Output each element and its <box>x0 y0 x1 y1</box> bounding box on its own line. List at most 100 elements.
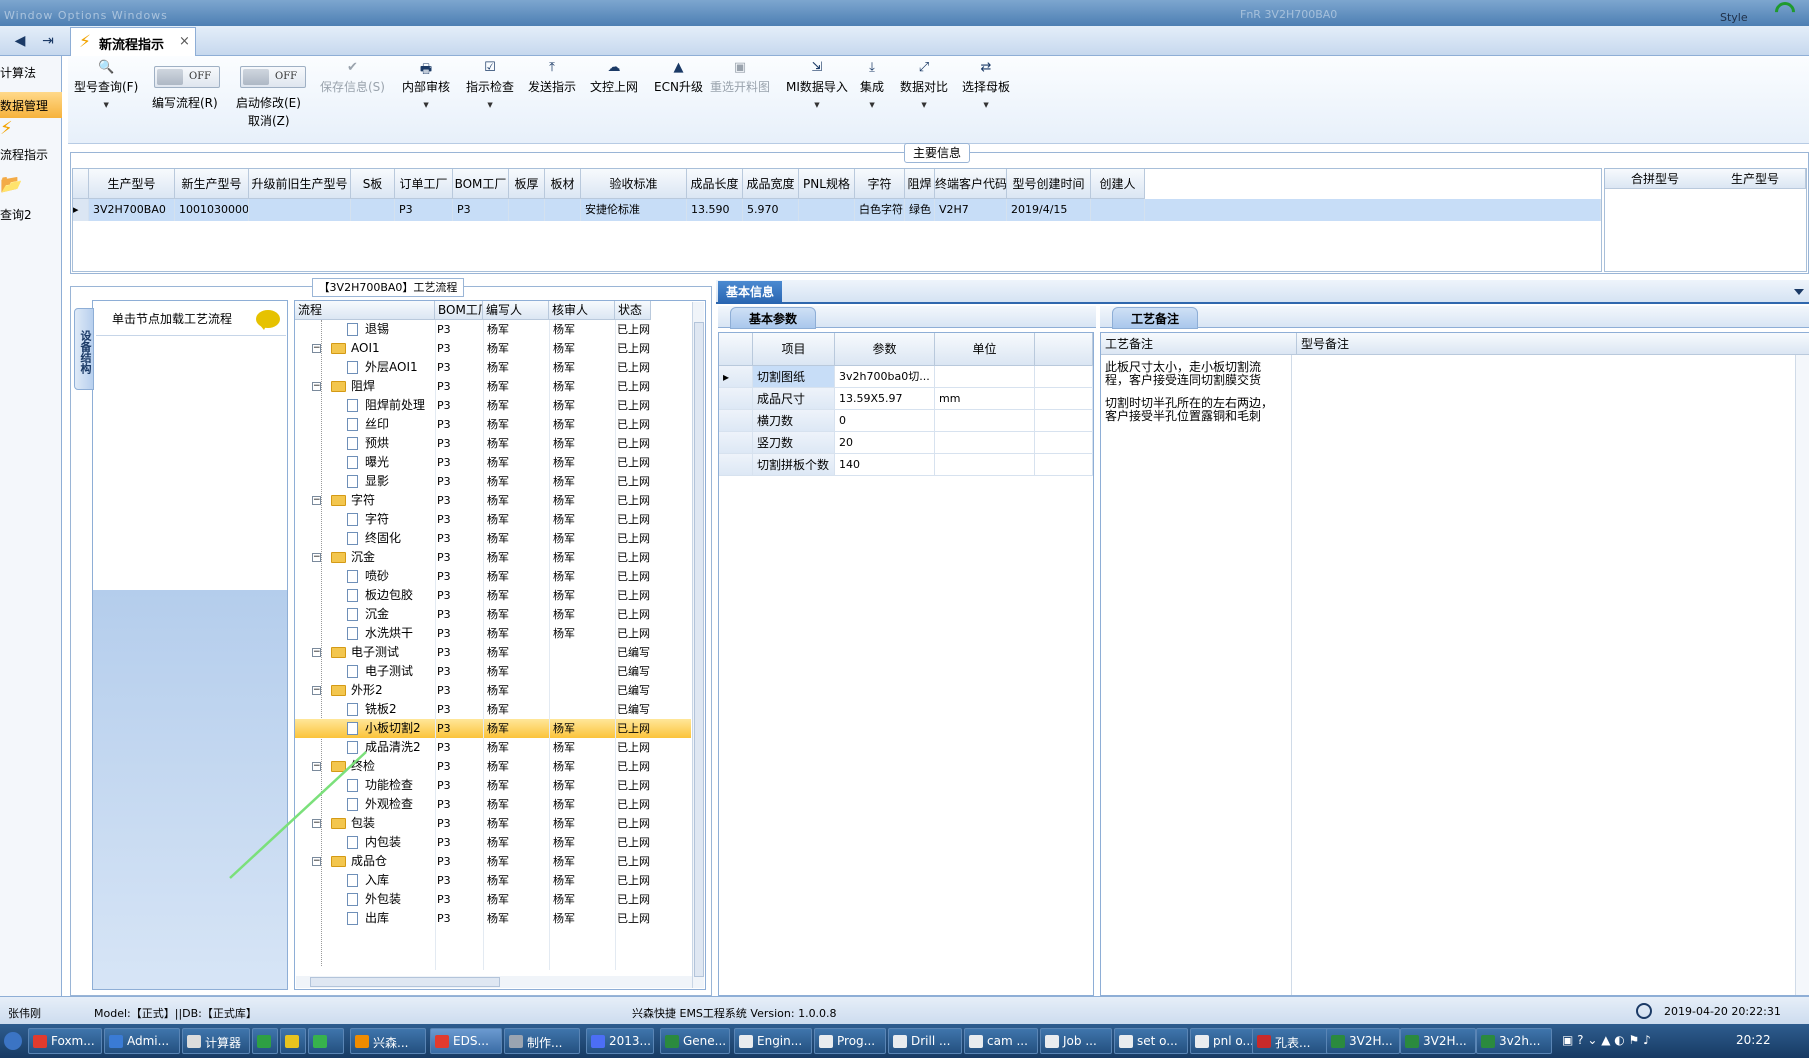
send-button[interactable]: ⤒ 发送指示 <box>528 60 576 95</box>
params-unit[interactable] <box>935 410 1035 432</box>
main-cell[interactable]: 绿色 <box>905 199 935 221</box>
collapse-icon[interactable]: − <box>312 496 321 505</box>
params-value[interactable]: 20 <box>835 432 935 454</box>
tray-icons[interactable]: ▣ ? ⌄ ▲ ◐ ⚑ ♪ <box>1562 1033 1651 1047</box>
params-unit[interactable] <box>935 366 1035 388</box>
main-cell[interactable] <box>351 199 395 221</box>
main-col-header[interactable]: 生产型号 <box>89 169 175 199</box>
flow-tree-row[interactable]: 水洗烘干 P3 杨军 杨军 已上网 <box>295 624 691 643</box>
internal-review-button[interactable]: 🖶 内部审核 ▼ <box>402 60 450 109</box>
flow-tree-row[interactable]: 显影 P3 杨军 杨军 已上网 <box>295 472 691 491</box>
style-menu[interactable]: Style <box>1720 11 1748 24</box>
memo-scrollbar[interactable] <box>1795 355 1809 995</box>
params-unit[interactable] <box>935 432 1035 454</box>
params-item[interactable]: 横刀数 <box>753 410 835 432</box>
inspect-button[interactable]: ☑ 指示检查 ▼ <box>466 60 514 109</box>
main-cell[interactable]: 2019/4/15 <box>1007 199 1091 221</box>
main-col-header[interactable]: 验收标准 <box>581 169 687 199</box>
back-icon[interactable]: ◀ <box>10 31 30 51</box>
main-cell[interactable]: 13.590 <box>687 199 743 221</box>
taskbar-item[interactable]: 兴森... <box>350 1028 426 1054</box>
collapse-icon[interactable]: − <box>312 553 321 562</box>
main-cell[interactable]: 安捷伦标准 <box>581 199 687 221</box>
params-value[interactable]: 0 <box>835 410 935 432</box>
main-cell[interactable] <box>1091 199 1145 221</box>
main-cell[interactable]: P3 <box>453 199 509 221</box>
flow-tree-row[interactable]: 沉金 P3 杨军 杨军 已上网 <box>295 605 691 624</box>
compare-button[interactable]: ⤢ 数据对比 ▼ <box>900 60 948 109</box>
main-col-header[interactable]: 型号创建时间 <box>1007 169 1091 199</box>
flow-tree-row[interactable]: 终固化 P3 杨军 杨军 已上网 <box>295 529 691 548</box>
main-cell[interactable]: P3 <box>395 199 453 221</box>
main-col-header[interactable]: 终端客户代码 <box>935 169 1007 199</box>
collapse-icon[interactable]: − <box>312 648 321 657</box>
flow-tree-row[interactable]: 外包装 P3 杨军 杨军 已上网 <box>295 890 691 909</box>
nav-item-data-management[interactable]: 数据管理 <box>0 92 62 118</box>
flow-tree-row[interactable]: 板边包胶 P3 杨军 杨军 已上网 <box>295 586 691 605</box>
tab-process-memo[interactable]: 工艺备注 <box>1112 307 1198 329</box>
chevron-down-icon[interactable] <box>1794 289 1804 295</box>
integrate-button[interactable]: ⤓ 集成 ▼ <box>860 60 884 109</box>
params-col-header[interactable]: 参数 <box>835 333 935 366</box>
main-col-header[interactable]: 升级前旧生产型号 <box>249 169 351 199</box>
flow-tree-row[interactable]: 字符 P3 杨军 杨军 已上网 <box>295 510 691 529</box>
flow-tree-row[interactable]: 电子测试 P3 杨军 已编写 <box>295 662 691 681</box>
taskbar-item[interactable]: cam ... <box>964 1028 1038 1054</box>
edit-flow-toggle[interactable]: OFF <box>154 66 220 88</box>
start-modify-toggle[interactable]: OFF <box>240 66 306 88</box>
taskbar-item[interactable]: 计算器 <box>182 1028 250 1054</box>
taskbar-item[interactable]: Engin... <box>734 1028 812 1054</box>
flow-tree-row[interactable]: − 字符 P3 杨军 杨军 已上网 <box>295 491 691 510</box>
upload-web-button[interactable]: ☁ 文控上网 <box>590 60 638 95</box>
main-col-header[interactable]: 成品长度 <box>687 169 743 199</box>
collapse-icon[interactable]: − <box>312 344 321 353</box>
main-cell[interactable]: 10010300002239 <box>175 199 249 221</box>
taskbar-item[interactable] <box>280 1028 306 1054</box>
flow-tree-row[interactable]: 曝光 P3 杨军 杨军 已上网 <box>295 453 691 472</box>
merge-col-header[interactable]: 合拼型号 <box>1605 169 1706 189</box>
main-cell[interactable] <box>249 199 351 221</box>
taskbar-item[interactable]: 3V2H... <box>1400 1028 1476 1054</box>
flow-tree-row[interactable]: 出库 P3 杨军 杨军 已上网 <box>295 909 691 928</box>
process-memo-text-1[interactable]: 此板尺寸太小，走小板切割流程，客户接受连同切割膜交货 <box>1105 361 1281 387</box>
params-item[interactable]: 切割图纸 <box>753 366 835 388</box>
main-col-header[interactable]: 创建人 <box>1091 169 1145 199</box>
nav-item-query2[interactable]: 查询2 <box>0 206 62 223</box>
nav-item-calc[interactable]: 计算法 <box>0 64 62 81</box>
main-col-header[interactable]: 字符 <box>855 169 905 199</box>
taskbar-item[interactable] <box>252 1028 278 1054</box>
flow-tree-row[interactable]: 丝印 P3 杨军 杨军 已上网 <box>295 415 691 434</box>
flow-tree-row[interactable]: 喷砂 P3 杨军 杨军 已上网 <box>295 567 691 586</box>
ecn-button[interactable]: ▲ ECN升级 <box>654 60 703 95</box>
flow-tree-row[interactable]: − 外形2 P3 杨军 已编写 <box>295 681 691 700</box>
main-cell[interactable] <box>545 199 581 221</box>
device-structure-tab[interactable]: 设备结构 <box>74 308 94 390</box>
main-col-header[interactable]: 成品宽度 <box>743 169 799 199</box>
params-value[interactable]: 3v2h700ba0切... <box>835 366 935 388</box>
taskbar-item[interactable]: Job ... <box>1040 1028 1112 1054</box>
flow-tree-row[interactable]: 退锡 P3 杨军 杨军 已上网 <box>295 320 691 339</box>
taskbar-item[interactable]: Prog... <box>814 1028 886 1054</box>
taskbar-item[interactable]: Drill ... <box>888 1028 962 1054</box>
start-icon[interactable] <box>4 1032 22 1050</box>
taskbar-item[interactable]: EDS... <box>430 1028 502 1054</box>
select-board-button[interactable]: ⇄ 选择母板 ▼ <box>962 60 1010 109</box>
params-unit[interactable]: mm <box>935 388 1035 410</box>
nav-item-flow[interactable]: 流程指示 <box>0 146 62 163</box>
taskbar-item[interactable]: 2013... <box>586 1028 654 1054</box>
main-col-header[interactable]: S板 <box>351 169 395 199</box>
flow-tree-row[interactable]: 铣板2 P3 杨军 已编写 <box>295 700 691 719</box>
phone-icon[interactable] <box>1770 0 1800 27</box>
params-item[interactable]: 切割拼板个数 <box>753 454 835 476</box>
main-col-header[interactable]: PNL规格 <box>799 169 855 199</box>
params-item[interactable]: 竖刀数 <box>753 432 835 454</box>
flow-tree-row[interactable]: − 沉金 P3 杨军 杨军 已上网 <box>295 548 691 567</box>
mi-import-button[interactable]: ⇲ MI数据导入 ▼ <box>786 60 848 109</box>
params-value[interactable]: 140 <box>835 454 935 476</box>
main-cell[interactable]: 5.970 <box>743 199 799 221</box>
merge-col-header[interactable]: 生产型号 <box>1705 169 1806 189</box>
params-unit[interactable] <box>935 454 1035 476</box>
main-cell[interactable]: 3V2H700BA0 <box>89 199 175 221</box>
taskbar-item[interactable]: 制作... <box>504 1028 580 1054</box>
query-button[interactable]: 🔍 型号查询(F) ▼ <box>74 60 138 109</box>
